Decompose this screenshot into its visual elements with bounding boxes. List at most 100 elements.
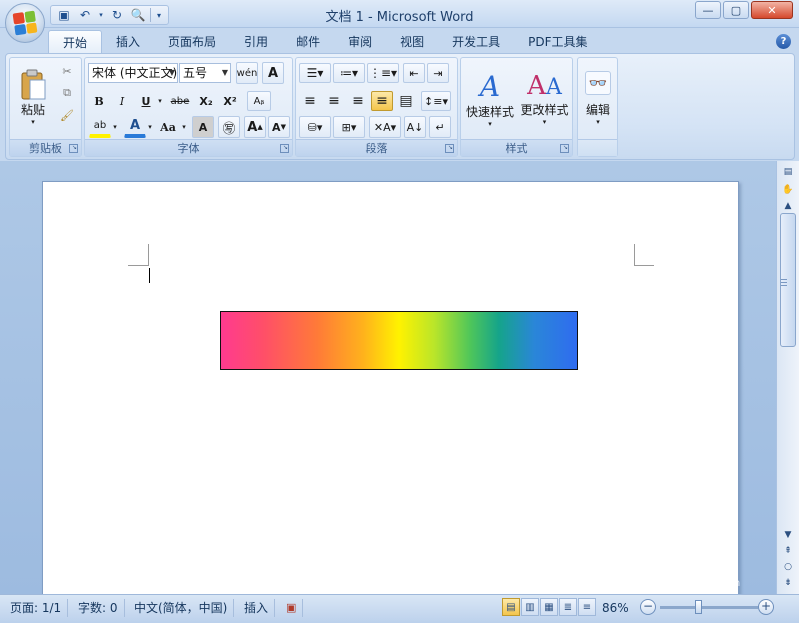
- outline-view-icon[interactable]: ≣: [559, 598, 577, 616]
- line-spacing-icon[interactable]: ↕≡▾: [421, 91, 451, 111]
- highlight-dropdown-icon[interactable]: ▾: [111, 116, 119, 138]
- subscript-button[interactable]: X₂: [195, 91, 217, 111]
- rainbow-gradient-shape[interactable]: [220, 311, 578, 370]
- next-page-icon[interactable]: ⇟: [780, 576, 796, 590]
- editing-group: 👓 编辑 ▾: [577, 57, 618, 157]
- align-left-icon[interactable]: ≡: [299, 91, 321, 111]
- insert-mode-indicator[interactable]: 插入: [238, 599, 276, 617]
- print-layout-view-icon[interactable]: ▤: [502, 598, 520, 616]
- full-screen-reading-icon[interactable]: ▥: [521, 598, 539, 616]
- quick-styles-label: 快速样式: [465, 104, 514, 119]
- underline-dropdown-icon[interactable]: ▾: [156, 91, 164, 111]
- change-case-dropdown-icon[interactable]: ▾: [180, 116, 188, 138]
- tab-page-layout[interactable]: 页面布局: [154, 30, 230, 54]
- font-color-icon[interactable]: A: [124, 116, 146, 138]
- tab-developer[interactable]: 开发工具: [438, 30, 514, 54]
- tab-references[interactable]: 引用: [230, 30, 282, 54]
- tab-pdf-tools[interactable]: PDF工具集: [514, 30, 601, 54]
- maximize-button[interactable]: ▢: [723, 1, 749, 19]
- ruler-toggle-icon[interactable]: ▤: [780, 165, 796, 179]
- increase-indent-icon[interactable]: ⇥: [427, 63, 449, 83]
- font-launcher-icon[interactable]: ↘: [280, 144, 289, 153]
- shrink-font-button[interactable]: A ▼: [268, 116, 290, 138]
- cut-icon[interactable]: ✂: [58, 62, 76, 80]
- highlight-color-icon[interactable]: ab: [89, 116, 111, 138]
- char-shading-icon[interactable]: A: [192, 116, 214, 138]
- zoom-level[interactable]: 86%: [602, 599, 629, 617]
- chinese-layout-icon[interactable]: ✕A▾: [369, 116, 401, 138]
- draft-view-icon[interactable]: ≡: [578, 598, 596, 616]
- decrease-indent-icon[interactable]: ⇤: [403, 63, 425, 83]
- align-center-icon[interactable]: ≡: [323, 91, 345, 111]
- vertical-scrollbar[interactable]: ▤ ✋ ▲ ▼ ⇞ ○ ⇟: [776, 161, 799, 594]
- tab-view[interactable]: 视图: [386, 30, 438, 54]
- char-border-icon[interactable]: A: [262, 62, 284, 84]
- scroll-up-icon[interactable]: ▲: [780, 199, 796, 213]
- zoom-in-icon[interactable]: +: [758, 599, 774, 615]
- justify-icon[interactable]: ≡: [371, 91, 393, 111]
- office-button[interactable]: [5, 3, 45, 43]
- zoom-slider-track[interactable]: [660, 606, 758, 609]
- zoom-slider-thumb[interactable]: [695, 600, 702, 614]
- show-marks-icon[interactable]: ↵: [429, 116, 451, 138]
- quick-styles-button[interactable]: A 快速样式 ▾: [463, 61, 517, 136]
- window-controls: — ▢ ✕: [695, 1, 793, 19]
- strikethrough-button[interactable]: abe: [168, 91, 192, 111]
- web-layout-icon[interactable]: ▦: [540, 598, 558, 616]
- sort-icon[interactable]: A↓: [404, 116, 426, 138]
- distribute-icon[interactable]: ▤: [395, 91, 417, 111]
- numbering-icon[interactable]: ≔▾: [333, 63, 365, 83]
- italic-button[interactable]: I: [112, 91, 132, 111]
- bold-button[interactable]: B: [89, 91, 109, 111]
- macro-record-icon[interactable]: ▣: [280, 599, 304, 617]
- borders-icon[interactable]: ⊞▾: [333, 116, 365, 138]
- superscript-button[interactable]: X²: [219, 91, 241, 111]
- help-icon[interactable]: ?: [776, 34, 791, 49]
- multilevel-list-icon[interactable]: ⋮≡▾: [367, 63, 399, 83]
- office-logo-icon: [12, 10, 38, 36]
- paste-button[interactable]: 粘贴 ▾: [14, 61, 52, 133]
- styles-launcher-icon[interactable]: ↘: [560, 144, 569, 153]
- clear-formatting-icon[interactable]: Aᵦ: [247, 91, 271, 111]
- minimize-button[interactable]: —: [695, 1, 721, 19]
- align-right-icon[interactable]: ≡: [347, 91, 369, 111]
- font-name-combo[interactable]: 宋体 (中文正文) ▼: [88, 63, 178, 83]
- clipboard-launcher-icon[interactable]: ↘: [69, 144, 78, 153]
- tab-insert[interactable]: 插入: [102, 30, 154, 54]
- editing-button[interactable]: 👓 编辑 ▾: [580, 61, 616, 136]
- format-painter-icon[interactable]: 🖌: [58, 106, 76, 124]
- scroll-thumb[interactable]: [780, 213, 796, 347]
- word-count[interactable]: 字数: 0: [72, 599, 125, 617]
- bullets-icon[interactable]: ☰▾: [299, 63, 331, 83]
- baidu-watermark: Bai 经验: [614, 546, 711, 571]
- zoom-out-icon[interactable]: −: [640, 599, 656, 615]
- title-bar: ▣ ↶ ▾ ↻ 🔍 ▾ 文档 1 - Microsoft Word — ▢ ✕: [0, 0, 799, 28]
- change-case-button[interactable]: Aa: [156, 116, 180, 138]
- font-color-dropdown-icon[interactable]: ▾: [146, 116, 154, 138]
- copy-icon[interactable]: ⧉: [58, 84, 76, 102]
- close-button[interactable]: ✕: [751, 1, 793, 19]
- page-count[interactable]: 页面: 1/1: [4, 599, 69, 617]
- tab-review[interactable]: 审阅: [334, 30, 386, 54]
- change-styles-button[interactable]: AA 更改样式 ▾: [517, 61, 572, 136]
- language-indicator[interactable]: 中文(简体，中国): [128, 599, 235, 617]
- document-page[interactable]: [42, 181, 739, 601]
- tab-home[interactable]: 开始: [48, 30, 103, 54]
- ribbon-tabs: 开始 插入 页面布局 引用 邮件 审阅 视图 开发工具 PDF工具集: [48, 30, 602, 54]
- font-size-combo[interactable]: 五号 ▼: [179, 63, 231, 83]
- quick-styles-icon: A: [479, 69, 501, 103]
- pan-hand-icon[interactable]: ✋: [780, 183, 796, 197]
- grow-font-button[interactable]: A ▲: [244, 116, 266, 138]
- select-browse-object-icon[interactable]: ○: [780, 560, 796, 574]
- underline-button[interactable]: U: [136, 91, 156, 111]
- phonetic-guide-icon[interactable]: wén: [236, 62, 258, 84]
- enclose-characters-icon[interactable]: ㊢: [218, 116, 240, 138]
- paragraph-launcher-icon[interactable]: ↘: [445, 144, 454, 153]
- scroll-down-icon[interactable]: ▼: [780, 528, 796, 542]
- font-name-value: 宋体 (中文正文): [92, 66, 178, 80]
- shading-icon[interactable]: ⛁▾: [299, 116, 331, 138]
- tab-mailings[interactable]: 邮件: [282, 30, 334, 54]
- status-bar: 页面: 1/1 字数: 0 中文(简体，中国) 插入 ▣ ▤ ▥ ▦ ≣ ≡ 8…: [0, 594, 799, 623]
- previous-page-icon[interactable]: ⇞: [780, 544, 796, 558]
- editing-dropdown-icon: ▾: [596, 118, 600, 126]
